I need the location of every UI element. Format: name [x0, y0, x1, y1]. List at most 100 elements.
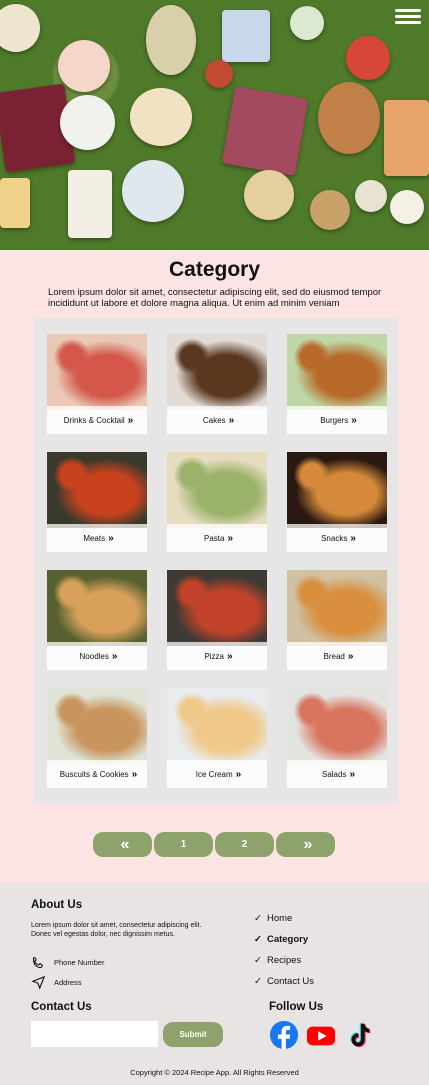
category-image [167, 334, 267, 410]
category-label: Cakes» [167, 406, 267, 434]
double-chevron-right-icon: » [111, 650, 117, 662]
category-label: Buscuits & Cookies» [47, 760, 147, 788]
check-icon: ✓ [254, 934, 262, 945]
category-card[interactable]: Bread» [287, 570, 387, 670]
category-card[interactable]: Snacks» [287, 452, 387, 552]
category-label: Pizza» [167, 642, 267, 670]
category-image [47, 688, 147, 764]
double-chevron-right-icon: » [127, 414, 133, 426]
category-label: Salads» [287, 760, 387, 788]
category-card[interactable]: Noodles» [47, 570, 147, 670]
hero-banner-image [0, 0, 429, 250]
contact-title: Contact Us [31, 1001, 92, 1013]
footer: About Us Lorem ipsum dolor sit amet, con… [0, 882, 429, 1085]
category-name: Snacks [321, 533, 348, 543]
category-card[interactable]: Buscuits & Cookies» [47, 688, 147, 788]
email-field[interactable] [31, 1021, 158, 1047]
prev-page-button[interactable]: « [93, 832, 152, 857]
category-image [287, 570, 387, 646]
double-chevron-right-icon: » [350, 532, 355, 544]
check-icon: ✓ [254, 955, 262, 966]
double-chevron-right-icon: » [131, 768, 137, 780]
page-1-button[interactable]: 1 [154, 832, 213, 857]
nav-home[interactable]: ✓ Home [254, 908, 314, 929]
category-name: Drinks & Cocktail [63, 415, 125, 425]
category-image [287, 452, 387, 528]
address-row: Address [31, 975, 82, 990]
category-label: Ice Cream» [167, 760, 267, 788]
double-chevron-right-icon: » [228, 414, 234, 426]
category-card[interactable]: Burgers» [287, 334, 387, 434]
nav-recipes-label: Recipes [266, 955, 302, 966]
category-name: Ice Cream [195, 769, 233, 779]
nav-category[interactable]: ✓ Category [254, 929, 314, 950]
category-image [47, 334, 147, 410]
double-chevron-right-icon: » [351, 414, 356, 426]
double-chevron-right-icon: » [235, 768, 241, 780]
page-title: Category [168, 258, 261, 281]
category-description: Lorem ipsum dolor sit amet, consectetur … [48, 287, 382, 309]
category-card[interactable]: Pasta» [167, 452, 267, 552]
footer-nav: ✓ Home ✓ Category ✓ Recipes ✓ Contact Us [254, 908, 314, 992]
pagination: « 1 2 » [93, 832, 335, 857]
category-label: Burgers» [287, 406, 387, 434]
nav-contact-us[interactable]: ✓ Contact Us [254, 971, 314, 992]
category-card[interactable]: Pizza» [167, 570, 267, 670]
tiktok-icon[interactable] [343, 1020, 373, 1050]
double-chevron-right-icon: » [349, 768, 354, 780]
double-chevron-right-icon: » [347, 650, 353, 662]
address-label: Address [54, 978, 82, 987]
about-title: About Us [31, 899, 83, 911]
follow-title: Follow Us [269, 1001, 324, 1013]
category-grid: Drinks & Cocktail» Cakes» Burgers» Meats» Pa… [34, 318, 398, 804]
category-name: Noodles [79, 651, 109, 661]
category-name: Salads [321, 769, 347, 779]
phone-row: Phone Number [31, 955, 104, 970]
facebook-icon[interactable] [269, 1020, 299, 1050]
menu-icon[interactable] [395, 6, 421, 26]
category-name: Buscuits & Cookies [59, 769, 129, 779]
category-name: Bread [323, 651, 345, 661]
category-name: Pizza [204, 651, 224, 661]
copyright: Copyright © 2024 Recipe App. All Rights … [130, 1068, 299, 1077]
category-name: Meats [83, 533, 106, 543]
nav-category-label: Category [266, 934, 309, 945]
category-name: Cakes [202, 415, 226, 425]
category-name: Pasta [203, 533, 225, 543]
double-chevron-right-icon: » [227, 650, 232, 662]
page-2-button[interactable]: 2 [215, 832, 274, 857]
location-arrow-icon [31, 975, 46, 990]
phone-icon [32, 956, 43, 969]
category-label: Noodles» [47, 642, 147, 670]
double-chevron-right-icon: » [108, 532, 113, 544]
category-image [287, 688, 387, 764]
check-icon: ✓ [254, 976, 262, 987]
youtube-icon[interactable] [306, 1020, 336, 1050]
about-text: Lorem ipsum dolor sit amet, consectetur … [31, 922, 202, 938]
phone-label: Phone Number [54, 958, 105, 967]
category-label: Meats» [47, 524, 147, 552]
category-image [47, 570, 147, 646]
next-page-button[interactable]: » [276, 832, 335, 857]
category-image [287, 334, 387, 410]
category-image [167, 688, 267, 764]
category-card[interactable]: Drinks & Cocktail» [47, 334, 147, 434]
category-label: Snacks» [287, 524, 387, 552]
category-card[interactable]: Cakes» [167, 334, 267, 434]
category-label: Pasta» [167, 524, 267, 552]
category-card[interactable]: Meats» [47, 452, 147, 552]
category-label: Drinks & Cocktail» [47, 406, 147, 434]
double-chevron-right-icon: » [227, 532, 232, 544]
check-icon: ✓ [254, 913, 262, 924]
category-image [167, 570, 267, 646]
nav-home-label: Home [266, 913, 293, 924]
category-card[interactable]: Ice Cream» [167, 688, 267, 788]
nav-recipes[interactable]: ✓ Recipes [254, 950, 314, 971]
category-card[interactable]: Salads» [287, 688, 387, 788]
category-name: Burgers [320, 415, 349, 425]
nav-contact-us-label: Contact Us [266, 976, 314, 987]
category-image [167, 452, 267, 528]
category-label: Bread» [287, 642, 387, 670]
category-image [47, 452, 147, 528]
submit-button[interactable]: Submit [163, 1022, 223, 1047]
